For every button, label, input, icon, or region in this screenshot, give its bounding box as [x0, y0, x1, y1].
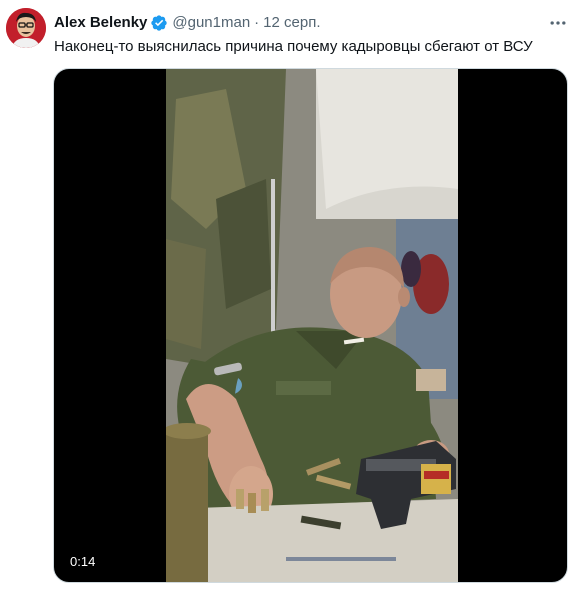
avatar[interactable]: [6, 8, 46, 48]
tweet-header: Alex Belenky @gun1man · 12 серп.: [54, 13, 321, 33]
separator-dot: ·: [254, 14, 260, 31]
author-name[interactable]: Alex Belenky: [54, 13, 147, 33]
tweet[interactable]: Alex Belenky @gun1man · 12 серп. Наконец…: [0, 0, 578, 594]
more-options-icon: [550, 21, 566, 25]
tweet-date[interactable]: 12 серп.: [263, 13, 320, 33]
more-options-button[interactable]: [546, 11, 570, 35]
author-handle[interactable]: @gun1man: [172, 13, 250, 33]
video-thumbnail: [166, 69, 458, 582]
avatar-portrait-icon: [6, 8, 46, 48]
video-duration: 0:14: [64, 552, 102, 572]
video-player[interactable]: 0:14: [53, 68, 568, 583]
verified-badge-icon: [150, 14, 168, 32]
tweet-text: Наконец-то выяснилась причина почему кад…: [54, 38, 533, 55]
